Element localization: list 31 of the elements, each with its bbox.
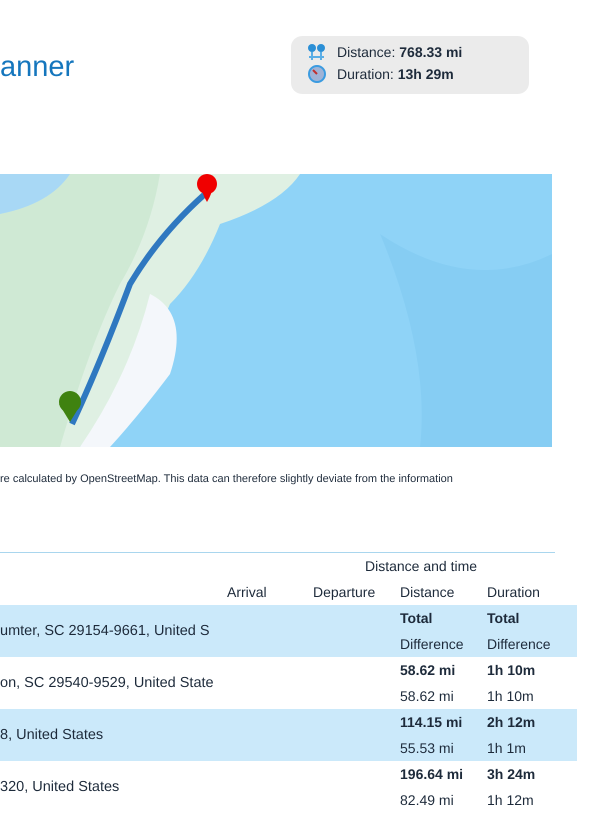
address-cell-text: 320, United States [0, 779, 120, 795]
duration-total-cell-text: 2h 12m [486, 714, 536, 730]
column-header: Distance [399, 584, 456, 600]
distance-total-cell-text: 196.64 mi [399, 766, 464, 782]
column-header: Duration [486, 584, 541, 600]
address-cell-text: on, SC 29540-9529, United State [0, 675, 215, 691]
address-cell-text: umter, SC 29154-9661, United S [0, 623, 211, 639]
duration-total-cell-text: 3h 24m [486, 766, 536, 782]
column-header: Arrival [226, 584, 268, 600]
duration-difference-cell-text: 1h 1m [486, 740, 527, 756]
distance-total-cell-text: 58.62 mi [399, 662, 456, 678]
distance-total-cell-text: Total [399, 610, 434, 626]
distance-difference-cell-text: 58.62 mi [399, 688, 455, 704]
column-group-header: Distance and time [364, 558, 478, 574]
clock-icon [307, 65, 327, 83]
address-cell-text: 8, United States [0, 727, 104, 743]
duration-difference-cell-text: Difference [486, 636, 552, 652]
disclaimer-text: re calculated by OpenStreetMap. This data can therefore slightly deviate from the information [0, 473, 454, 487]
distance-difference-cell-text: Difference [399, 636, 465, 652]
duration-difference-cell-text: 1h 10m [486, 688, 535, 704]
distance-total-cell-text: 114.15 mi [399, 714, 464, 730]
column-header: Departure [312, 584, 376, 600]
duration-total-cell-text: 1h 10m [486, 662, 536, 678]
distance-summary: Distance: 768.33 mi [337, 44, 462, 60]
duration-total-cell-text: Total [486, 610, 520, 626]
distance-difference-cell-text: 55.53 mi [399, 740, 455, 756]
pins-icon [307, 43, 327, 61]
page-title: anner [0, 50, 76, 84]
duration-summary: Duration: 13h 29m [337, 66, 454, 82]
distance-difference-cell-text: 82.49 mi [399, 792, 455, 808]
duration-difference-cell-text: 1h 12m [486, 792, 535, 808]
